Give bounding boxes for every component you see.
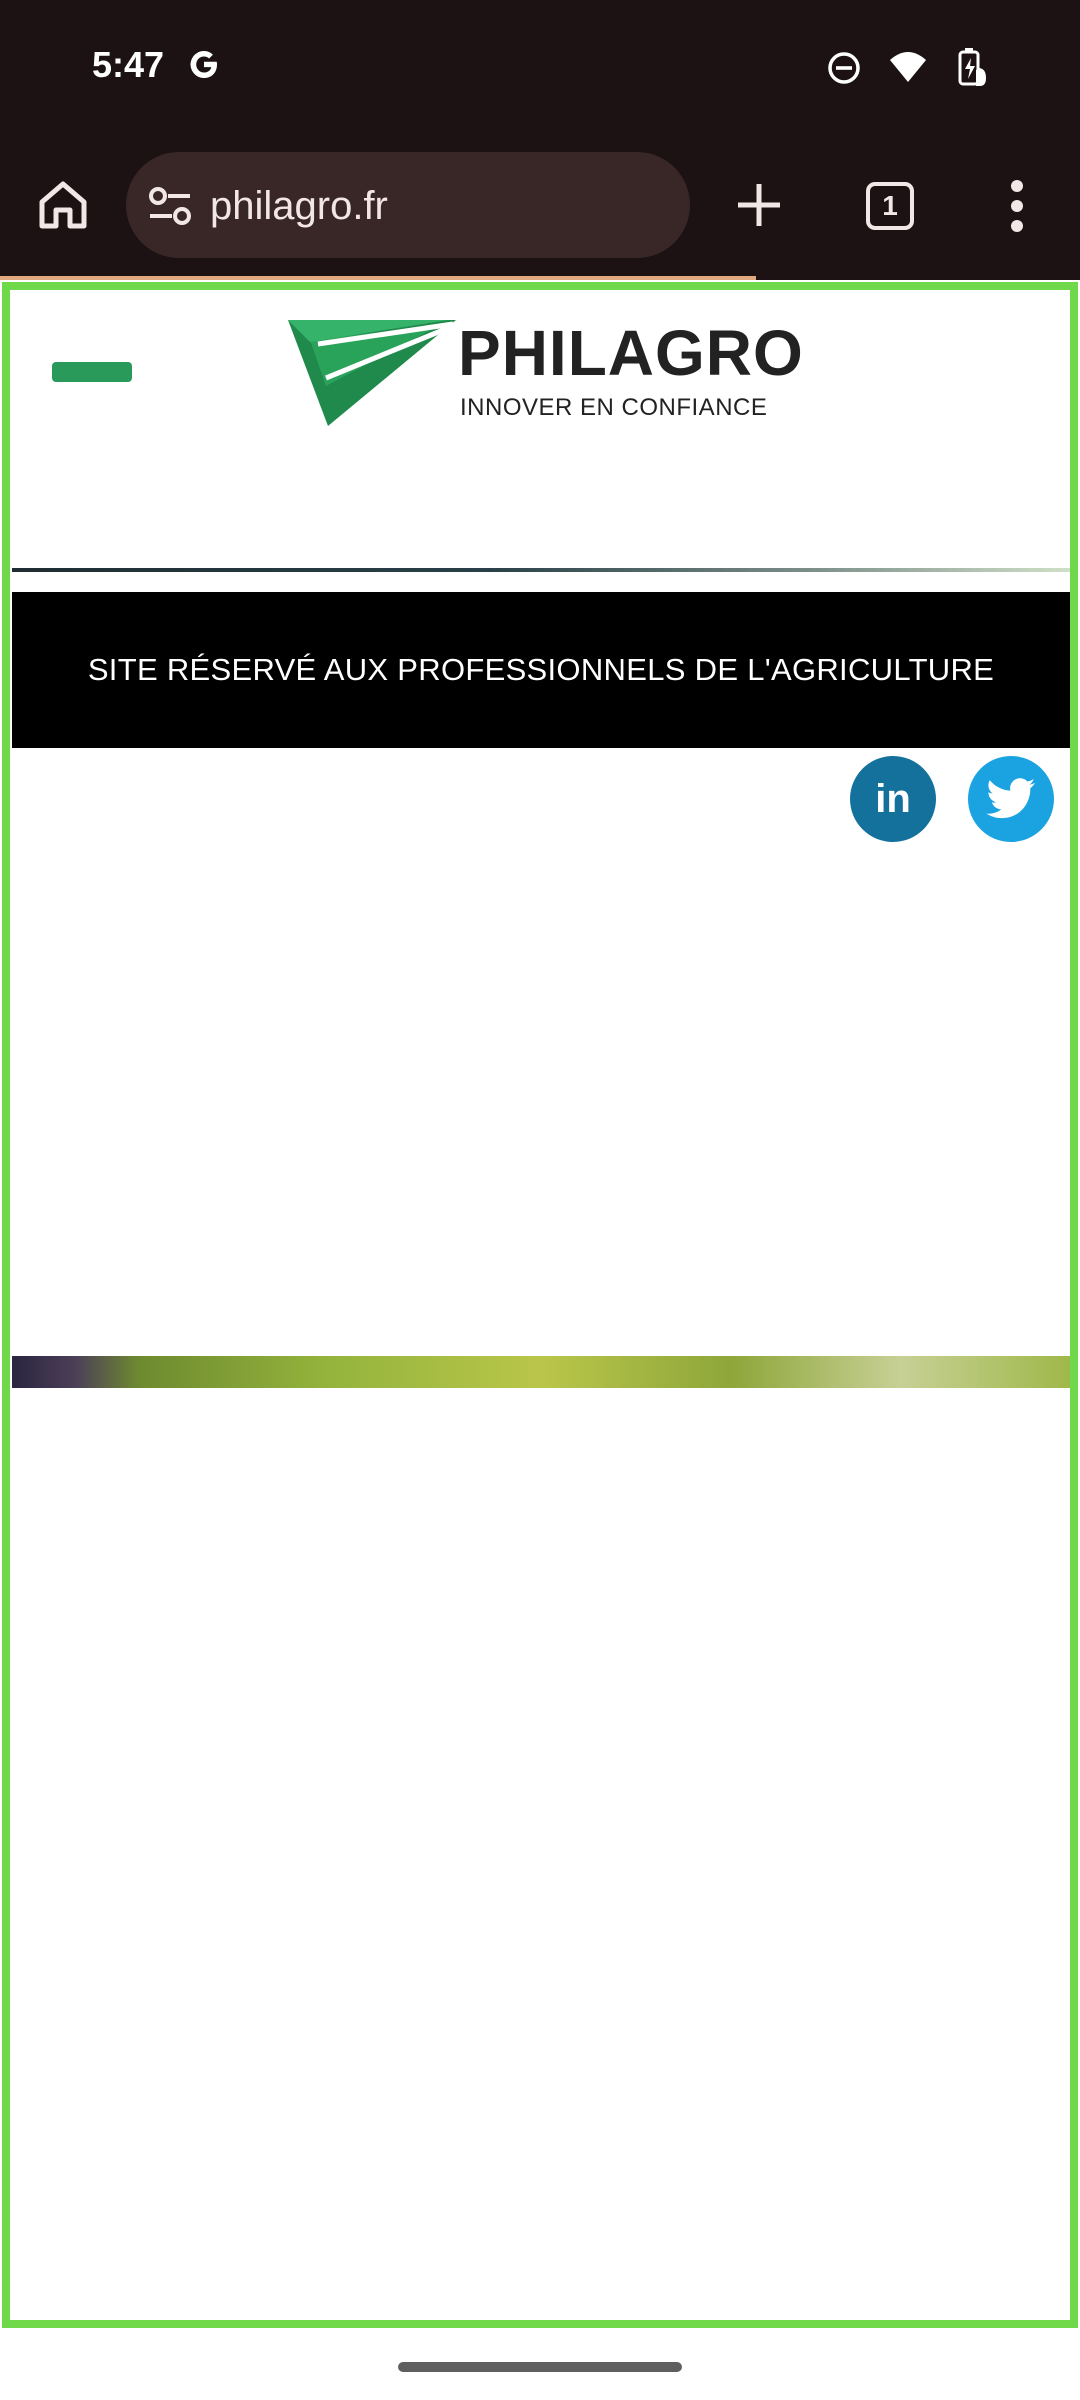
url-bar[interactable]: philagro.fr [126, 152, 690, 258]
home-icon[interactable] [34, 176, 92, 234]
do-not-disturb-icon [826, 50, 862, 91]
status-time: 5:47 [92, 44, 165, 85]
header-divider [12, 568, 1070, 572]
linkedin-label: in [875, 776, 911, 821]
web-page: PHILAGRO INNOVER EN CONFIANCE SITE RÉSER… [0, 280, 1080, 2330]
plus-icon[interactable] [730, 176, 788, 234]
wifi-icon [888, 50, 928, 91]
linkedin-icon[interactable]: in [850, 756, 936, 842]
url-text: philagro.fr [210, 184, 388, 228]
notice-text: SITE RÉSERVÉ AUX PROFESSIONNELS DE L'AGR… [87, 652, 995, 687]
more-vert-icon[interactable] [1004, 176, 1030, 236]
logo-name: PHILAGRO [458, 317, 804, 389]
logo-tagline: INNOVER EN CONFIANCE [460, 394, 768, 421]
home-gesture-handle[interactable] [398, 2362, 682, 2372]
site-settings-icon[interactable] [148, 186, 192, 226]
browser-toolbar: philagro.fr 1 [0, 140, 1080, 275]
menu-toggle-button[interactable] [52, 362, 132, 382]
twitter-icon[interactable] [968, 756, 1054, 842]
viewport-highlight-frame [2, 282, 1078, 2328]
logo-mark-icon [288, 320, 456, 426]
status-bar: 5:47 [0, 0, 1080, 130]
screen: 5:47 philagro.fr 1 PHILAGRO INNOVER EN C… [0, 0, 1080, 2400]
google-g-icon [184, 44, 224, 84]
navigation-bar [0, 2330, 1080, 2400]
battery-charging-icon [954, 48, 990, 93]
professional-notice-banner: SITE RÉSERVÉ AUX PROFESSIONNELS DE L'AGR… [12, 592, 1070, 748]
hero-image-strip [12, 1356, 1070, 1388]
philagro-logo[interactable]: PHILAGRO INNOVER EN CONFIANCE [288, 316, 803, 426]
tab-switcher-button[interactable]: 1 [866, 182, 914, 230]
